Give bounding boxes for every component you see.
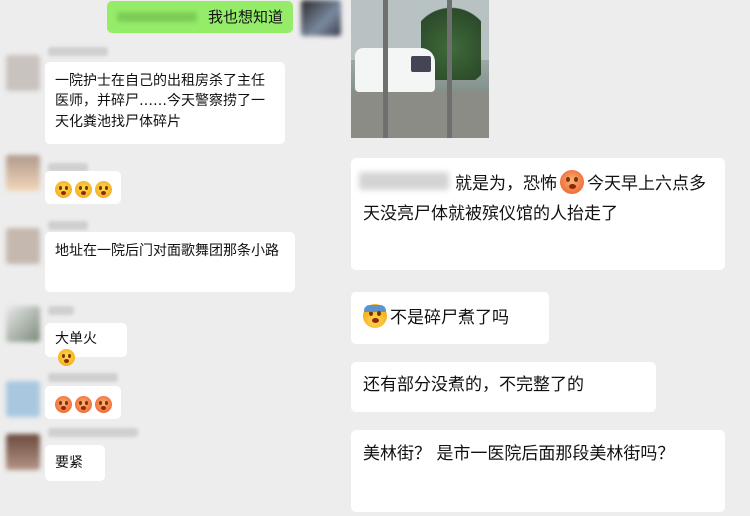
photo-bar bbox=[447, 0, 452, 138]
face-emoji-icon bbox=[95, 396, 112, 413]
message-bubble: 大单火 bbox=[45, 323, 127, 367]
message-text: 我也想知道 bbox=[207, 8, 283, 26]
sender-avatar[interactable] bbox=[6, 306, 40, 342]
sender-name bbox=[48, 373, 118, 382]
sender-name bbox=[48, 47, 108, 56]
face-emoji-icon bbox=[55, 181, 72, 198]
message-text: 美林街？ 是市一医院后面那段美林街吗？ bbox=[363, 444, 675, 464]
face-emoji-icon bbox=[95, 181, 112, 198]
message-bubble bbox=[45, 171, 121, 204]
sender-name bbox=[48, 221, 88, 230]
message-text: 要紧 bbox=[55, 455, 83, 471]
message-text: 就是为，恐怖 bbox=[455, 174, 557, 194]
message-bubble: 还有部分没煮的，不完整了的 bbox=[351, 362, 656, 412]
sender-avatar[interactable] bbox=[6, 155, 40, 191]
sender-name bbox=[48, 306, 74, 315]
face-emoji-icon bbox=[75, 181, 92, 198]
sender-name bbox=[48, 428, 138, 437]
sender-avatar[interactable] bbox=[6, 434, 40, 470]
blurred-name bbox=[117, 12, 197, 22]
message-bubble: 美林街？ 是市一医院后面那段美林街吗？ bbox=[351, 430, 725, 512]
fearful-face-emoji-icon bbox=[363, 304, 387, 328]
sender-avatar[interactable] bbox=[6, 55, 40, 91]
face-emoji-icon bbox=[55, 396, 72, 413]
red-face-emoji-icon bbox=[560, 170, 584, 194]
message-bubble: 要紧 bbox=[45, 445, 105, 481]
photo-ground bbox=[351, 92, 489, 138]
message-text: 不是碎尸煮了吗 bbox=[390, 308, 509, 328]
message-text: 地址在一院后门对面歌舞团那条小路 bbox=[55, 243, 279, 259]
photo-message[interactable] bbox=[351, 0, 489, 138]
message-bubble bbox=[45, 386, 121, 419]
sender-avatar[interactable] bbox=[6, 381, 40, 417]
sender-avatar[interactable] bbox=[6, 228, 40, 264]
message-bubble: 一院护士在自己的出租房杀了主任医师，并碎尸……今天警察捞了一天化粪池找尸体碎片 bbox=[45, 62, 285, 144]
photo-bar bbox=[383, 0, 388, 138]
self-avatar[interactable] bbox=[301, 0, 341, 36]
message-text: 大单火 bbox=[55, 331, 97, 347]
message-text: 还有部分没煮的，不完整了的 bbox=[363, 375, 584, 395]
self-message-bubble: 我也想知道 bbox=[107, 1, 293, 33]
blurred-name bbox=[359, 172, 449, 190]
face-emoji-icon bbox=[75, 396, 92, 413]
message-bubble: 地址在一院后门对面歌舞团那条小路 bbox=[45, 232, 295, 292]
message-bubble: 不是碎尸煮了吗 bbox=[351, 292, 549, 344]
photo-van-window bbox=[411, 56, 431, 72]
message-bubble: 就是为，恐怖 今天早上六点多天没亮尸体就被殡仪馆的人抬走了 bbox=[351, 158, 725, 270]
message-text: 一院护士在自己的出租房杀了主任医师，并碎尸……今天警察捞了一天化粪池找尸体碎片 bbox=[55, 73, 265, 130]
face-emoji-icon bbox=[58, 349, 75, 367]
